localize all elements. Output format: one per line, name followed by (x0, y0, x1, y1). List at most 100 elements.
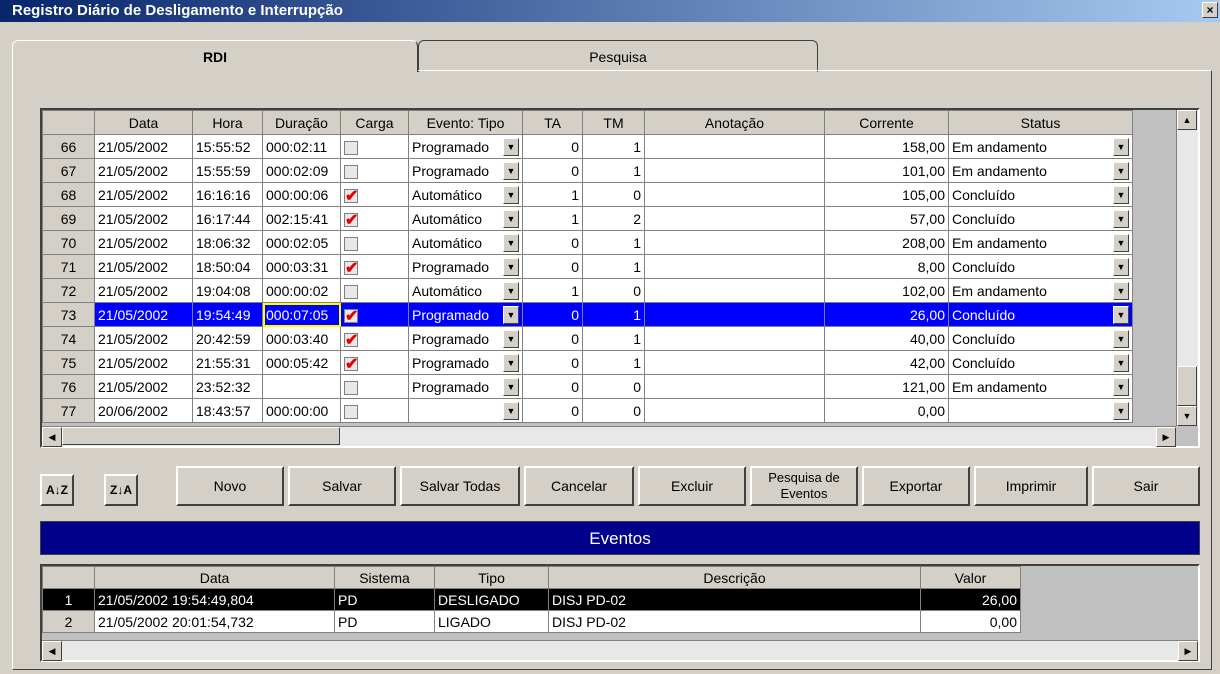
cell-duracao[interactable]: 000:02:11 (262, 134, 341, 159)
tab-rdi[interactable]: RDI (12, 40, 418, 72)
dropdown-arrow-icon[interactable]: ▼ (503, 353, 519, 372)
cell-status[interactable]: Concluído ▼ (948, 182, 1133, 207)
cell-anotacao[interactable] (644, 254, 825, 279)
dropdown-arrow-icon[interactable]: ▼ (503, 209, 519, 228)
cell-anotacao[interactable] (644, 350, 825, 375)
eventos-col-data[interactable]: Data (94, 566, 335, 589)
cell-ta[interactable]: 1 (522, 206, 583, 231)
tab-pesquisa[interactable]: Pesquisa (418, 40, 818, 72)
eventos-cell-data[interactable]: 21/05/2002 19:54:49,804 (94, 588, 335, 611)
cell-hora[interactable]: 19:04:08 (192, 278, 263, 303)
eventos-col-sistema[interactable]: Sistema (334, 566, 435, 589)
cell-tm[interactable]: 1 (582, 158, 645, 183)
evento-tipo-combo[interactable]: Programado ▼ (412, 329, 519, 348)
row-number[interactable]: 77 (42, 398, 95, 423)
cell-data[interactable]: 21/05/2002 (94, 302, 193, 327)
evento-tipo-combo[interactable]: Programado ▼ (412, 161, 519, 180)
dropdown-arrow-icon[interactable]: ▼ (503, 233, 519, 252)
eventos-row[interactable]: 1 21/05/2002 19:54:49,804 PD DESLIGADO D… (42, 588, 1021, 611)
dropdown-arrow-icon[interactable]: ▼ (503, 185, 519, 204)
col-header-duracao[interactable]: Duração (262, 110, 341, 135)
table-row[interactable]: 6821/05/200216:16:16000:00:06 Automático ▼… (42, 182, 1133, 207)
sair-button[interactable]: Sair (1092, 466, 1200, 506)
evento-tipo-combo[interactable]: Automático ▼ (412, 209, 519, 228)
dropdown-arrow-icon[interactable]: ▼ (503, 281, 519, 300)
exportar-button[interactable]: Exportar (862, 466, 970, 506)
cell-anotacao[interactable] (644, 158, 825, 183)
cell-duracao[interactable]: 000:00:02 (262, 278, 341, 303)
imprimir-button[interactable]: Imprimir (974, 466, 1088, 506)
evento-tipo-combo[interactable]: Programado ▼ (412, 353, 519, 372)
carga-checkbox[interactable] (344, 140, 358, 155)
cell-status[interactable]: Em andamento ▼ (948, 158, 1133, 183)
dropdown-arrow-icon[interactable]: ▼ (1113, 209, 1129, 228)
cell-hora[interactable]: 16:16:16 (192, 182, 263, 207)
row-number[interactable]: 67 (42, 158, 95, 183)
cell-ta[interactable]: 0 (522, 134, 583, 159)
cell-hora[interactable]: 18:06:32 (192, 230, 263, 255)
status-combo[interactable]: Em andamento ▼ (952, 377, 1129, 396)
cell-corrente[interactable]: 105,00 (824, 182, 949, 207)
carga-checkbox[interactable] (344, 330, 358, 350)
status-combo[interactable]: Em andamento ▼ (952, 137, 1129, 156)
dropdown-arrow-icon[interactable]: ▼ (1113, 305, 1129, 324)
cell-tm[interactable]: 1 (582, 134, 645, 159)
carga-checkbox[interactable] (344, 354, 358, 374)
eventos-row-number[interactable]: 1 (42, 588, 95, 611)
cell-ta[interactable]: 0 (522, 326, 583, 351)
eventos-col-tipo[interactable]: Tipo (434, 566, 549, 589)
dropdown-arrow-icon[interactable]: ▼ (503, 401, 519, 420)
cell-evento-tipo[interactable]: Automático ▼ (408, 230, 523, 255)
cell-evento-tipo[interactable]: Programado ▼ (408, 254, 523, 279)
dropdown-arrow-icon[interactable]: ▼ (1113, 377, 1129, 396)
cell-ta[interactable]: 0 (522, 374, 583, 399)
col-header-evento-tipo[interactable]: Evento: Tipo (408, 110, 523, 135)
table-row[interactable]: 7521/05/200221:55:31000:05:42 Programado ▼… (42, 350, 1133, 375)
cell-duracao[interactable]: 000:00:00 (262, 398, 341, 423)
cell-data[interactable]: 21/05/2002 (94, 206, 193, 231)
row-number[interactable]: 69 (42, 206, 95, 231)
cell-corrente[interactable]: 102,00 (824, 278, 949, 303)
cell-tm[interactable]: 2 (582, 206, 645, 231)
cell-data[interactable]: 21/05/2002 (94, 374, 193, 399)
status-combo[interactable]: Em andamento ▼ (952, 233, 1129, 252)
carga-checkbox[interactable] (344, 210, 358, 230)
cell-hora[interactable]: 18:50:04 (192, 254, 263, 279)
table-row[interactable]: 6921/05/200216:17:44002:15:41 Automático ▼… (42, 206, 1133, 231)
cell-anotacao[interactable] (644, 134, 825, 159)
cell-anotacao[interactable] (644, 374, 825, 399)
eventos-cell-tipo[interactable]: LIGADO (434, 610, 549, 633)
cell-corrente[interactable]: 57,00 (824, 206, 949, 231)
dropdown-arrow-icon[interactable]: ▼ (503, 137, 519, 156)
cell-tm[interactable]: 0 (582, 278, 645, 303)
cell-duracao[interactable]: 000:00:06 (262, 182, 341, 207)
cell-anotacao[interactable] (644, 302, 825, 327)
dropdown-arrow-icon[interactable]: ▼ (1113, 185, 1129, 204)
col-header-ta[interactable]: TA (522, 110, 583, 135)
cell-status[interactable]: Em andamento ▼ (948, 230, 1133, 255)
row-number[interactable]: 75 (42, 350, 95, 375)
cell-tm[interactable]: 1 (582, 302, 645, 327)
cell-corrente[interactable]: 40,00 (824, 326, 949, 351)
carga-checkbox[interactable] (344, 236, 358, 251)
status-combo[interactable]: ▼ (952, 401, 1129, 420)
eventos-cell-descricao[interactable]: DISJ PD-02 (548, 610, 921, 633)
dropdown-arrow-icon[interactable]: ▼ (1113, 137, 1129, 156)
status-combo[interactable]: Concluído ▼ (952, 257, 1129, 276)
cell-data[interactable]: 21/05/2002 (94, 158, 193, 183)
cell-duracao[interactable]: 000:05:42 (262, 350, 341, 375)
cell-anotacao[interactable] (644, 182, 825, 207)
row-number[interactable]: 76 (42, 374, 95, 399)
cell-evento-tipo[interactable]: Programado ▼ (408, 350, 523, 375)
table-row[interactable]: 67 21/05/2002 15:55:59 000:02:09 Programado ▼… (42, 158, 1133, 183)
cell-data[interactable]: 20/06/2002 (94, 398, 193, 423)
dropdown-arrow-icon[interactable]: ▼ (1113, 233, 1129, 252)
table-row[interactable]: 7321/05/200219:54:49000:07:05 Programado ▼… (42, 302, 1133, 327)
cell-corrente[interactable]: 0,00 (824, 398, 949, 423)
table-row[interactable]: 70 21/05/2002 18:06:32 000:02:05 Automático ▼… (42, 230, 1133, 255)
cell-hora[interactable]: 23:52:32 (192, 374, 263, 399)
cell-data[interactable]: 21/05/2002 (94, 326, 193, 351)
row-number[interactable]: 68 (42, 182, 95, 207)
salvar-button[interactable]: Salvar (288, 466, 396, 506)
cell-hora[interactable]: 21:55:31 (192, 350, 263, 375)
